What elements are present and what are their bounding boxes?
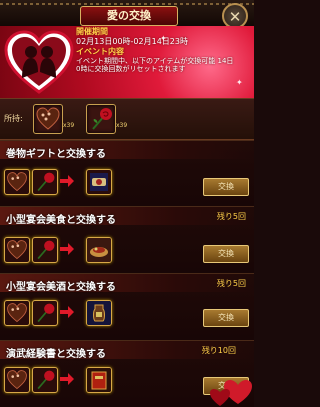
exchange-window: 愛の交換 ✕ 開催期間 02月13日00時-02月14日23時 イベント内容 イ…: [0, 0, 254, 407]
sparkle-icon: ✦: [236, 78, 243, 87]
content-heading: イベント内容: [76, 47, 124, 56]
arrow-right-icon: [60, 175, 74, 187]
rose-icon: [32, 169, 58, 195]
exchange-button[interactable]: 交換: [203, 309, 249, 327]
title-bar: 愛の交換 ✕: [0, 0, 254, 29]
event-banner: 開催期間 02月13日00時-02月14日23時 イベント内容 イベント期間中、…: [0, 26, 254, 98]
heart-chocolate-icon: [33, 104, 63, 134]
heart-chocolate-qty: x39: [63, 122, 75, 129]
scroll-gift-icon: [86, 169, 112, 195]
event-description-1: イベント期間中、以下のアイテムが交換可能 14日: [76, 57, 234, 65]
exchange-row-banquet-food: 小型宴会美食と交換する 残り5回 交換: [0, 206, 254, 273]
arrow-right-icon: [60, 243, 74, 255]
exchange-button[interactable]: 交換: [203, 178, 249, 196]
heart-chocolate-icon: [4, 237, 30, 263]
banquet-wine-icon: [86, 300, 112, 326]
rose-qty: x39: [116, 122, 128, 129]
arrow-right-icon: [60, 306, 74, 318]
exchange-row-banquet-wine: 小型宴会美酒と交換する 残り5回 交換: [0, 273, 254, 340]
rose-icon: [32, 367, 58, 393]
heart-chocolate-icon: [4, 367, 30, 393]
sparkle-icon: ✦: [160, 34, 167, 43]
heart-chocolate-icon: [4, 169, 30, 195]
remaining-count: 残り10回: [201, 346, 236, 355]
arrow-right-icon: [60, 373, 74, 385]
rose-icon: [86, 104, 116, 134]
window-title: 愛の交換: [80, 6, 178, 26]
event-description-2: 0時に交換回数がリセットされます: [76, 65, 186, 73]
section-title: 巻物ギフトと交換する: [6, 149, 106, 160]
couple-heart-icon: [4, 30, 74, 94]
banquet-food-icon: [86, 237, 112, 263]
heart-chocolate-icon: [4, 300, 30, 326]
remaining-count: 残り5回: [216, 279, 246, 288]
rose-icon: [32, 237, 58, 263]
owned-items-bar: 所持: x39 x39: [0, 98, 254, 140]
exchange-row-scroll-gift: 巻物ギフトと交換する 交換: [0, 140, 254, 207]
section-title: 小型宴会美酒と交換する: [6, 282, 116, 293]
experience-book-icon: [86, 367, 112, 393]
section-title: 演武経験書と交換する: [6, 349, 106, 360]
section-title: 小型宴会美食と交換する: [6, 215, 116, 226]
rose-icon: [32, 300, 58, 326]
exchange-button[interactable]: 交換: [203, 245, 249, 263]
hearts-decoration-icon: [210, 380, 252, 406]
owned-label: 所持:: [4, 114, 23, 123]
remaining-count: 残り5回: [216, 212, 246, 221]
